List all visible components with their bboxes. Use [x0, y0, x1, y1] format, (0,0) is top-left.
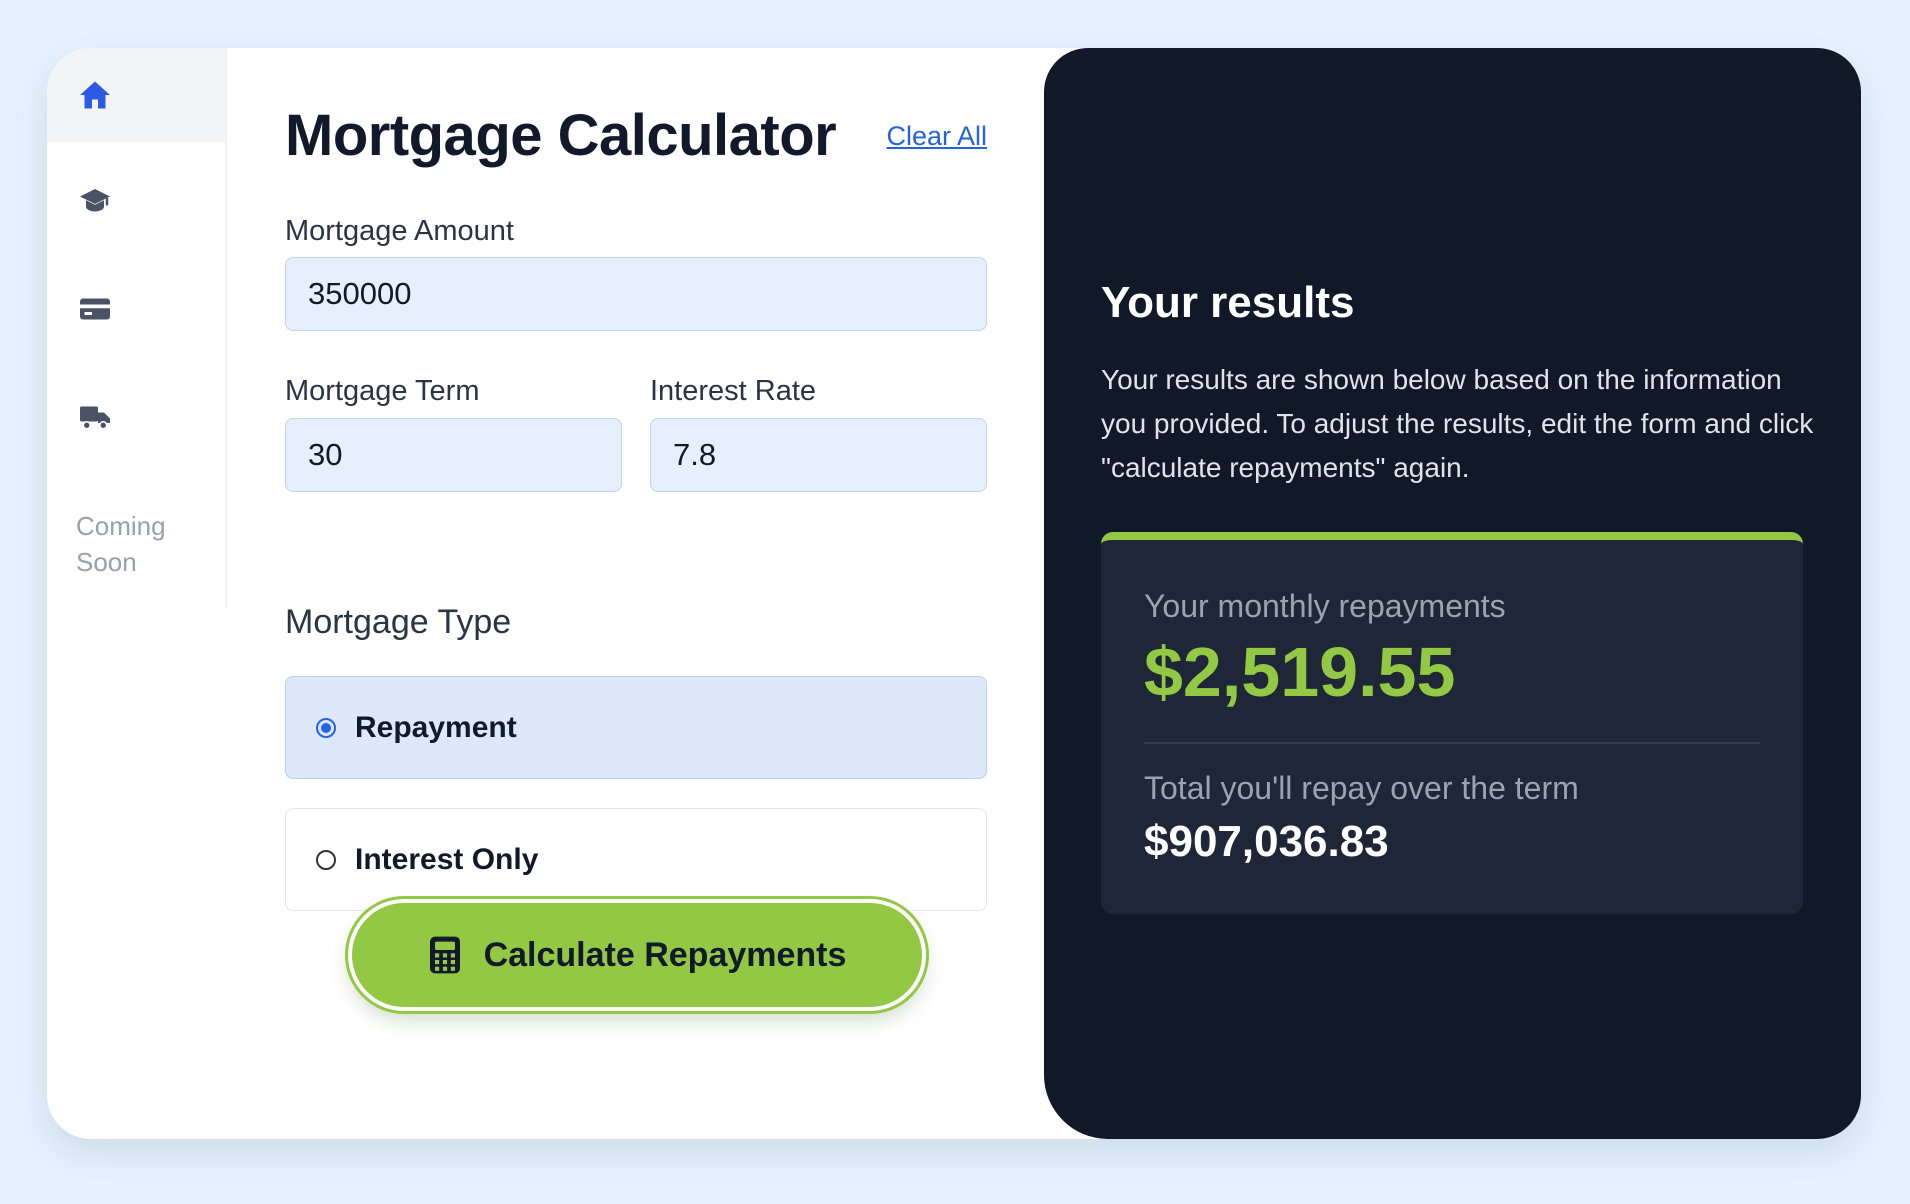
total-repay-label: Total you'll repay over the term — [1144, 770, 1579, 806]
graduation-cap-icon — [80, 189, 110, 212]
calculate-button-label: Calculate Repayments — [483, 935, 847, 974]
interest-rate-label: Interest Rate — [650, 375, 817, 407]
home-icon — [80, 81, 110, 109]
option-repayment[interactable]: Repayment — [285, 676, 987, 779]
calculate-repayments-button[interactable]: Calculate Repayments — [345, 896, 929, 1014]
sidebar-item-home[interactable] — [47, 48, 225, 142]
results-panel: Your results Your results are shown belo… — [1044, 48, 1861, 1139]
sidebar: Coming Soon — [47, 48, 227, 608]
results-description: Your results are shown below based on th… — [1101, 364, 1814, 483]
mortgage-term-label: Mortgage Term — [285, 375, 480, 407]
option-interest-only[interactable]: Interest Only — [285, 808, 987, 911]
monthly-repayments-label: Your monthly repayments — [1144, 588, 1506, 624]
radio-unselected-icon[interactable] — [316, 849, 336, 870]
mortgage-term-input[interactable]: 30 — [285, 418, 622, 492]
page-title: Mortgage Calculator — [285, 103, 837, 168]
monthly-repayments-value: $2,519.55 — [1144, 633, 1456, 711]
total-repay-value: $907,036.83 — [1144, 817, 1389, 866]
radio-selected-icon[interactable] — [316, 717, 336, 738]
coming-soon-label: Coming Soon — [76, 511, 166, 577]
interest-rate-input[interactable]: 7.8 — [650, 418, 987, 492]
mortgage-type-label: Mortgage Type — [285, 603, 512, 641]
sidebar-item-delivery[interactable] — [47, 370, 225, 464]
calculator-icon — [429, 936, 460, 974]
sidebar-item-education[interactable] — [47, 154, 225, 248]
mortgage-amount-input[interactable]: 350000 — [285, 257, 987, 331]
results-title: Your results — [1101, 278, 1355, 327]
option-interest-only-label: Interest Only — [355, 842, 539, 876]
sidebar-item-cards[interactable] — [47, 262, 225, 356]
truck-icon — [80, 406, 110, 430]
option-repayment-label: Repayment — [355, 710, 517, 744]
credit-card-icon — [80, 298, 110, 320]
results-summary-box: Your monthly repayments $2,519.55 Total … — [1101, 532, 1803, 914]
mortgage-amount-label: Mortgage Amount — [285, 215, 514, 247]
clear-all-link[interactable]: Clear All — [886, 121, 987, 152]
results-divider — [1144, 742, 1760, 744]
